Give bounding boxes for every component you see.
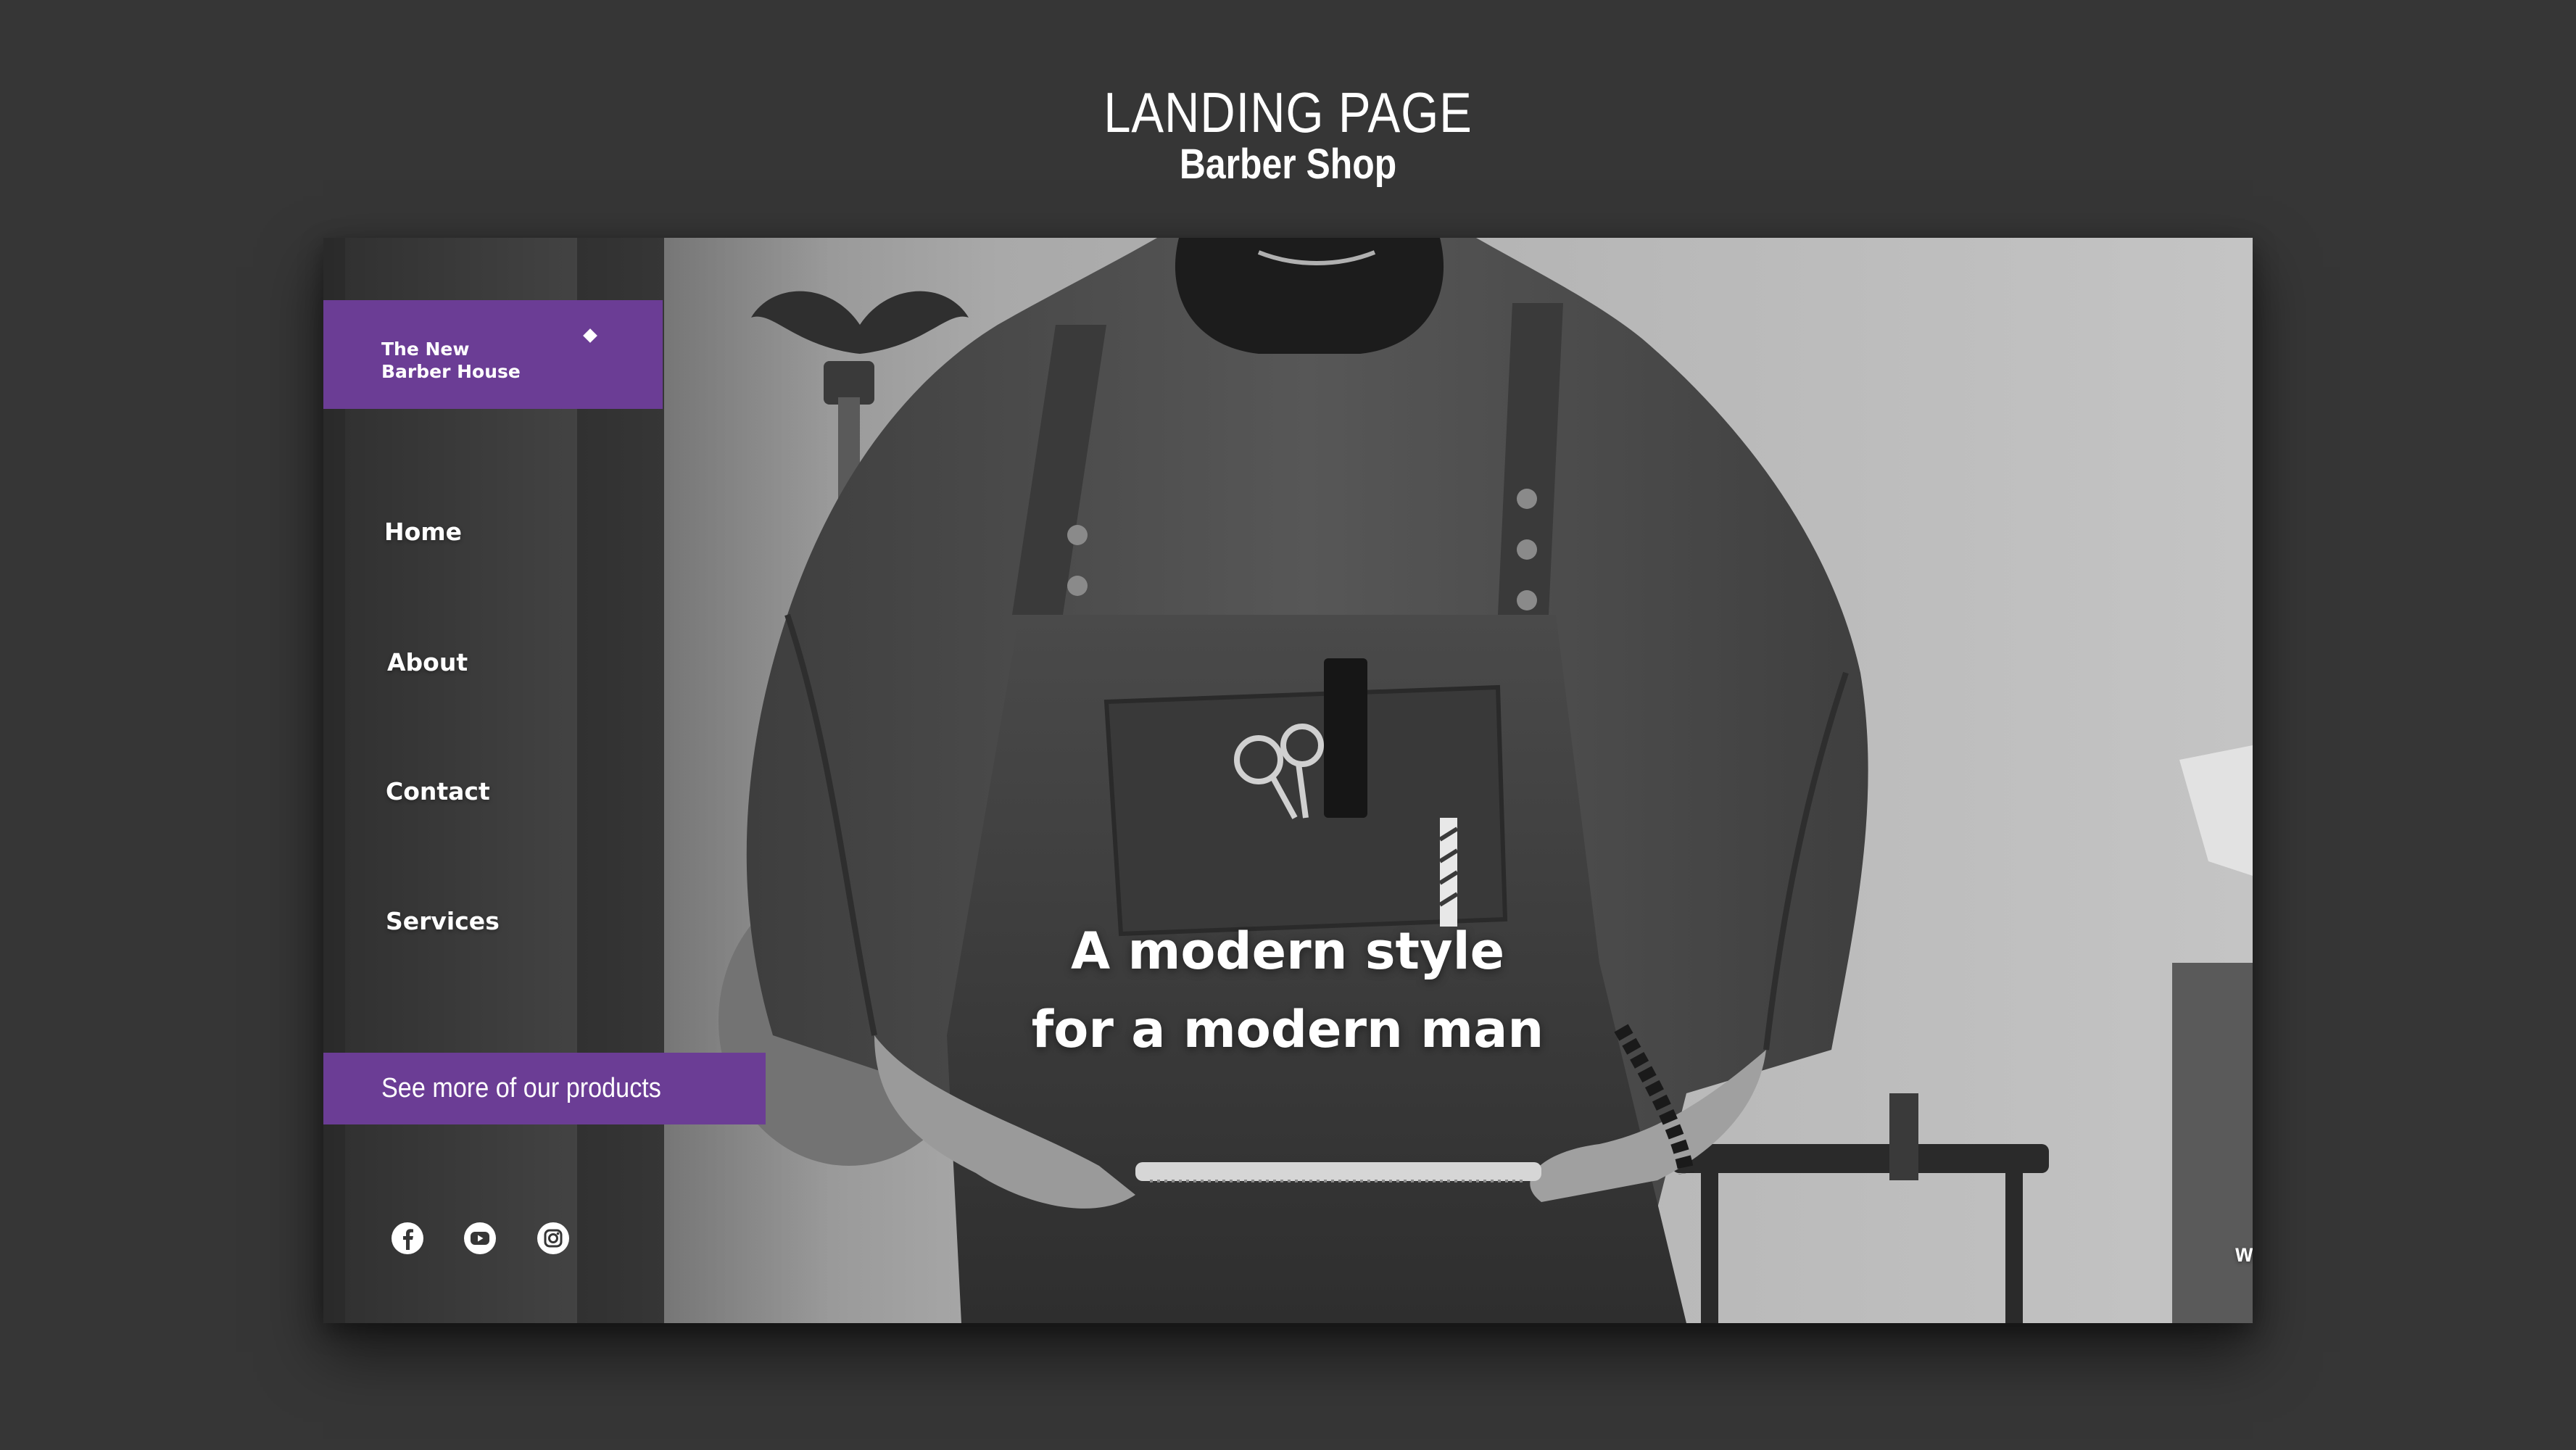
- website-url[interactable]: www.newbarberhouse.com: [1882, 1238, 2253, 1269]
- brand-logo-box[interactable]: The New Barber House: [323, 300, 663, 409]
- nav-about[interactable]: About: [387, 648, 468, 677]
- hero-headline: A modern style for a modern man: [976, 912, 1599, 1069]
- website-url-text: www.newbarberhouse.com: [2235, 1239, 2253, 1267]
- brand-name: The New Barber House: [381, 339, 521, 382]
- diamond-icon: [583, 328, 597, 343]
- hero-headline-line-2: for a modern man: [1031, 1000, 1544, 1059]
- facebook-icon[interactable]: [390, 1221, 425, 1256]
- nav-contact[interactable]: Contact: [386, 777, 490, 806]
- nav-home[interactable]: Home: [384, 518, 462, 547]
- instagram-icon[interactable]: [536, 1221, 571, 1256]
- hero-headline-line-1: A modern style: [1070, 921, 1505, 981]
- youtube-icon[interactable]: [463, 1221, 497, 1256]
- presentation-title: LANDING PAGE: [1103, 80, 1473, 144]
- landing-page-mockup: The New Barber House Home About Contact …: [323, 238, 2253, 1323]
- see-products-label: See more of our products: [381, 1073, 661, 1103]
- presentation-subtitle: Barber Shop: [1179, 141, 1397, 188]
- see-products-button[interactable]: See more of our products: [323, 1053, 766, 1124]
- nav-services[interactable]: Services: [386, 907, 500, 936]
